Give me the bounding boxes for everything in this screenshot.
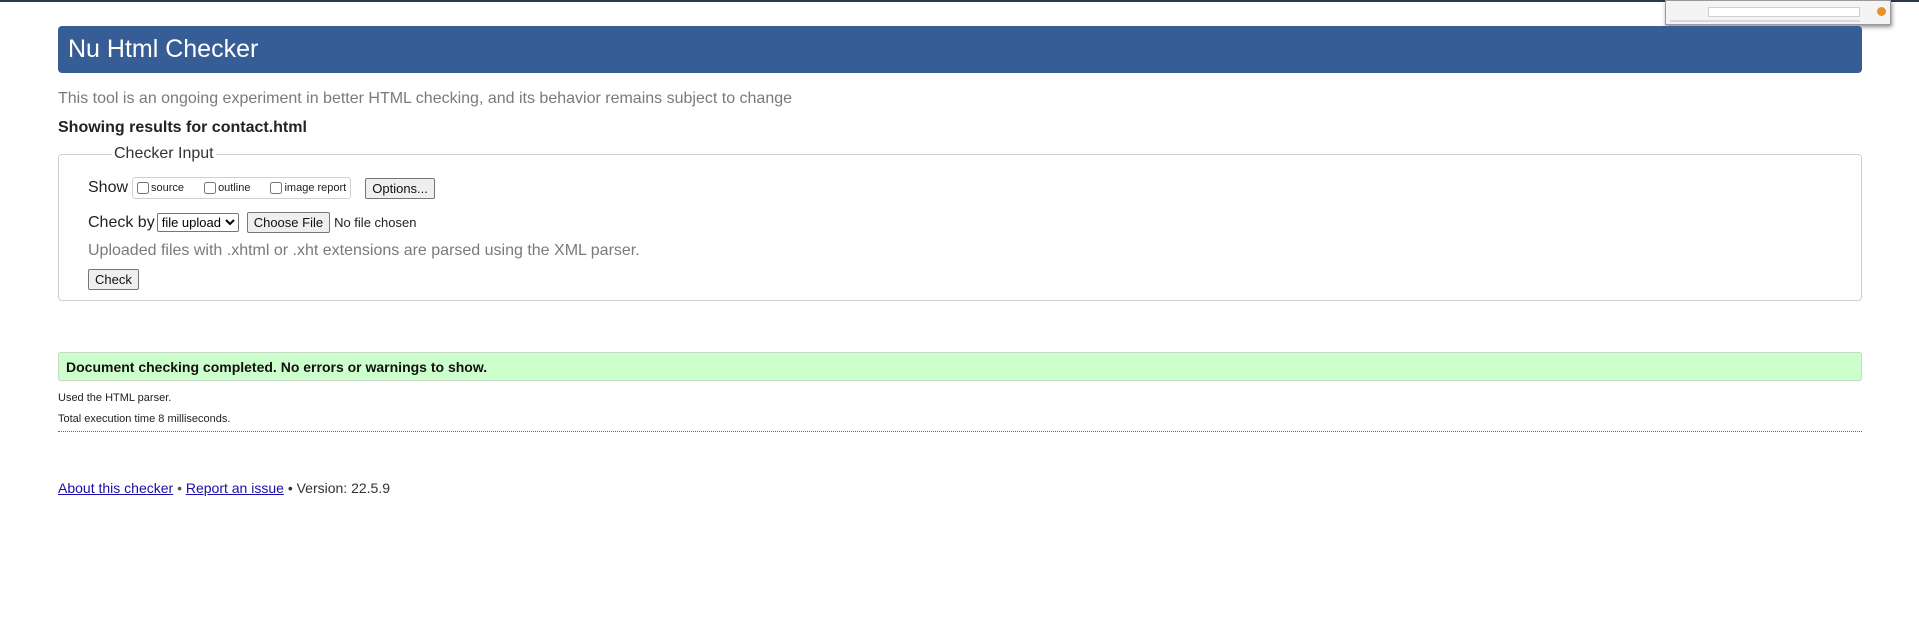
intro-text: This tool is an ongoing experiment in be… (58, 90, 793, 107)
footer-separator: • (177, 480, 182, 496)
choose-file-button[interactable]: Choose File (246, 212, 331, 233)
show-outline-label: outline (218, 182, 251, 194)
popup-input-field[interactable] (1708, 7, 1860, 17)
popup-status-bar (1670, 20, 1860, 22)
show-image-report-label: image report (284, 182, 347, 194)
version-text: • Version: 22.5.9 (287, 480, 391, 496)
checker-input-legend: Checker Input (114, 145, 214, 162)
parser-note: Used the HTML parser. (58, 392, 172, 404)
popup-status-icon (1877, 7, 1886, 16)
no-file-text: No file chosen (334, 215, 417, 230)
show-image-report-checkbox[interactable] (270, 182, 283, 194)
report-issue-link[interactable]: Report an issue (186, 480, 284, 496)
divider (58, 431, 1862, 432)
show-source-option[interactable]: source (135, 182, 184, 194)
show-outline-option[interactable]: outline (202, 182, 250, 194)
check-button-row: Check (88, 269, 1832, 290)
page-title: Nu Html Checker (68, 35, 259, 63)
show-label: Show (88, 179, 129, 196)
options-button[interactable]: Options... (365, 177, 435, 199)
check-by-row: Check by file upload Choose File No file… (88, 212, 1832, 233)
success-message: Document checking completed. No errors o… (58, 352, 1862, 381)
showing-results-heading: Showing results for contact.html (58, 119, 307, 136)
show-source-checkbox[interactable] (137, 182, 150, 194)
result-meta: Used the HTML parser. Total execution ti… (58, 388, 1862, 430)
show-outline-checkbox[interactable] (204, 182, 217, 194)
check-by-select[interactable]: file upload (156, 213, 239, 232)
page-header: Nu Html Checker (58, 26, 1862, 73)
checker-page: Nu Html Checker This tool is an ongoing … (58, 26, 1862, 496)
checker-input-fieldset: Checker Input Show source outline image … (58, 145, 1862, 301)
about-checker-link[interactable]: About this checker (58, 480, 173, 496)
check-by-label: Check by (88, 213, 155, 231)
page-footer: About this checker • Report an issue • V… (58, 480, 1862, 496)
show-source-label: source (151, 182, 185, 194)
xml-parser-hint: Uploaded files with .xhtml or .xht exten… (88, 242, 640, 259)
show-image-report-option[interactable]: image report (268, 182, 346, 194)
execution-time: Total execution time 8 milliseconds. (58, 413, 231, 425)
show-options-row: Show source outline image report Options… (88, 177, 1832, 199)
overlay-popup-window[interactable] (1665, 0, 1891, 25)
browser-top-edge (0, 0, 1919, 2)
show-options-group: source outline image report (132, 177, 352, 199)
check-button[interactable]: Check (88, 269, 139, 290)
